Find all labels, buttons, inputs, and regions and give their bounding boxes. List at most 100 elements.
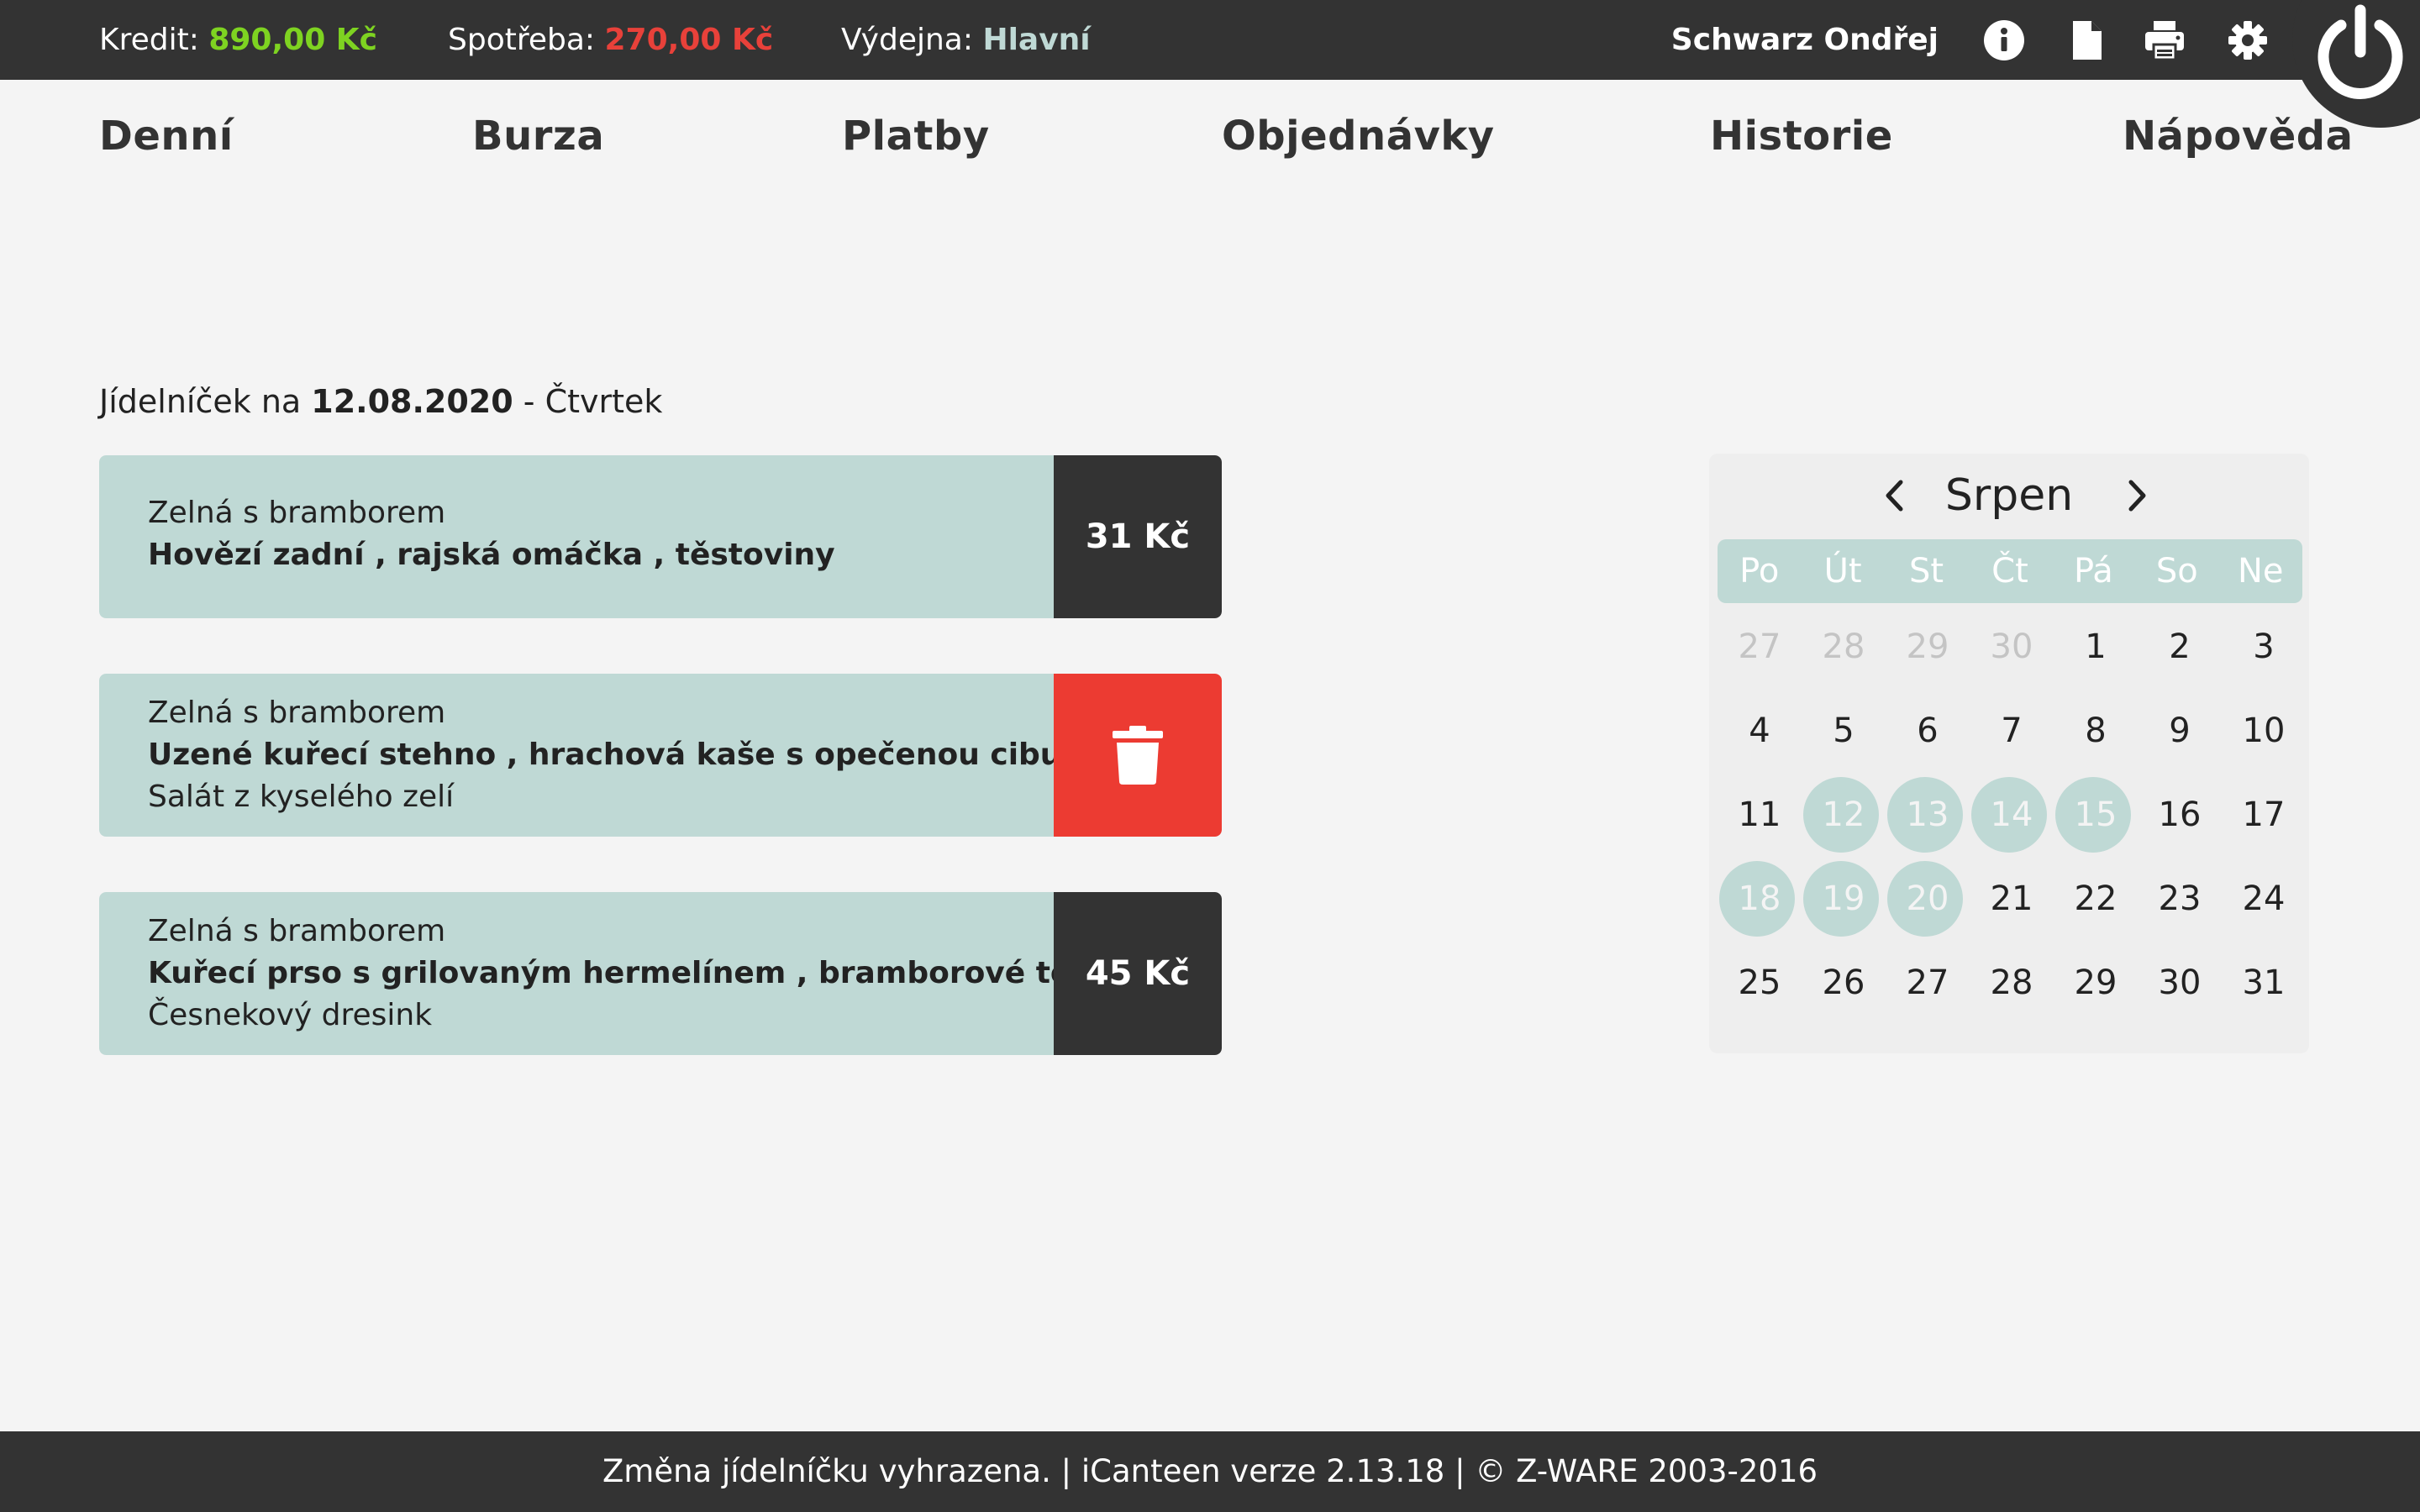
calendar-day[interactable]: 5 — [1802, 689, 1886, 773]
gear-icon[interactable] — [2227, 19, 2269, 61]
meal-side: Česnekový dresink — [148, 998, 433, 1032]
meal-card[interactable]: Zelná s bramborem Hovězí zadní , rajská … — [99, 455, 1222, 618]
logout-button[interactable] — [2292, 0, 2420, 128]
calendar-day-outside[interactable]: 29 — [1886, 605, 1970, 689]
calendar-week-row: 27 28 29 30 1 2 3 — [1718, 605, 2306, 689]
delete-order-button[interactable] — [1054, 674, 1222, 837]
calendar-day-available[interactable]: 13 — [1886, 773, 1970, 857]
nav-item-exchange[interactable]: Burza — [472, 113, 604, 160]
calendar-day[interactable]: 7 — [1970, 689, 2054, 773]
calendar-day[interactable]: 1 — [2054, 605, 2138, 689]
meal-side: Salát z kyselého zelí — [148, 780, 455, 814]
meal-price-button[interactable]: 31 Kč — [1054, 455, 1222, 618]
nav-item-history[interactable]: Historie — [1710, 113, 1893, 160]
calendar-day-number: 5 — [1833, 711, 1854, 750]
weekday-label: Ne — [2237, 552, 2284, 591]
meal-card[interactable]: Zelná s bramborem Uzené kuřecí stehno , … — [99, 674, 1222, 837]
calendar-day[interactable]: 11 — [1718, 773, 1802, 857]
calendar-day-number: 24 — [2242, 879, 2286, 918]
calendar-day-outside[interactable]: 30 — [1970, 605, 2054, 689]
calendar-day[interactable]: 25 — [1718, 941, 1802, 1025]
power-icon — [2317, 4, 2403, 99]
menu-date: 12.08.2020 — [311, 383, 513, 420]
calendar-week-row: 18 19 20 21 22 23 24 — [1718, 857, 2306, 941]
calendar-day-number: 15 — [2074, 795, 2118, 834]
calendar-day-number: 3 — [2253, 627, 2275, 666]
meal-price-button[interactable]: 45 Kč — [1054, 892, 1222, 1055]
calendar-day[interactable]: 6 — [1886, 689, 1970, 773]
meal-main: Kuřecí prso s grilovaným hermelínem , br… — [148, 956, 1157, 990]
calendar-day[interactable]: 29 — [2054, 941, 2138, 1025]
meal-soup: Zelná s bramborem — [148, 696, 446, 730]
calendar-day[interactable]: 2 — [2138, 605, 2222, 689]
calendar-day[interactable]: 31 — [2222, 941, 2306, 1025]
calendar-day[interactable]: 10 — [2222, 689, 2306, 773]
nav-item-orders[interactable]: Objednávky — [1222, 113, 1495, 160]
nav-item-daily[interactable]: Denní — [99, 113, 234, 160]
calendar-day[interactable]: 26 — [1802, 941, 1886, 1025]
meal-card-body[interactable]: Zelná s bramborem Uzené kuřecí stehno , … — [99, 674, 1134, 837]
calendar-day-number: 25 — [1738, 963, 1781, 1002]
meal-card-body[interactable]: Zelná s bramborem Kuřecí prso s grilovan… — [99, 892, 1157, 1055]
calendar-day-available[interactable]: 14 — [1970, 773, 2054, 857]
info-icon[interactable] — [1983, 19, 2025, 61]
meal-card-body[interactable]: Zelná s bramborem Hovězí zadní , rajská … — [99, 455, 1065, 618]
calendar-day[interactable]: 24 — [2222, 857, 2306, 941]
calendar-day-outside[interactable]: 27 — [1718, 605, 1802, 689]
calendar-day[interactable]: 16 — [2138, 773, 2222, 857]
meal-lines: Zelná s bramborem Uzené kuřecí stehno , … — [148, 692, 1134, 818]
calendar-day[interactable]: 30 — [2138, 941, 2222, 1025]
meal-main: Hovězí zadní , rajská omáčka , těstoviny — [148, 538, 835, 572]
calendar-day[interactable]: 28 — [1970, 941, 2054, 1025]
footer: Změna jídelníčku vyhrazena. | iCanteen v… — [0, 1431, 2420, 1512]
weekday-label: So — [2155, 552, 2198, 591]
calendar-day-available[interactable]: 12 — [1802, 773, 1886, 857]
calendar-day-number: 10 — [2242, 711, 2286, 750]
calendar-day-number: 26 — [1822, 963, 1865, 1002]
spend-value: 270,00 Kč — [604, 23, 774, 57]
calendar-grid: 27 28 29 30 1 2 3 4 5 6 7 8 9 10 11 12 13 14 15 16 17 18 19 20 2… — [1718, 605, 2306, 1025]
calendar-day[interactable]: 22 — [2054, 857, 2138, 941]
calendar-day-number: 7 — [2001, 711, 2023, 750]
weekday-label: Po — [1739, 552, 1780, 591]
user-name[interactable]: Schwarz Ondřej — [1671, 0, 1939, 80]
calendar-day[interactable]: 23 — [2138, 857, 2222, 941]
calendar-day[interactable]: 21 — [1970, 857, 2054, 941]
calendar-day-available[interactable]: 15 — [2054, 773, 2138, 857]
calendar-day-available[interactable]: 19 — [1802, 857, 1886, 941]
calendar-day-number: 13 — [1906, 795, 1949, 834]
meal-soup: Zelná s bramborem — [148, 496, 446, 530]
weekday-label: Út — [1823, 552, 1862, 591]
calendar-week-row: 11 12 13 14 15 16 17 — [1718, 773, 2306, 857]
calendar-week-row: 4 5 6 7 8 9 10 — [1718, 689, 2306, 773]
calendar-day-number: 21 — [1990, 879, 2033, 918]
calendar-day-number: 31 — [2242, 963, 2286, 1002]
calendar-day[interactable]: 17 — [2222, 773, 2306, 857]
document-icon[interactable] — [2066, 19, 2108, 61]
calendar: Srpen Po Út St Čt Pá So Ne 27 28 29 30 1 2 3 4 5… — [1709, 454, 2309, 1053]
calendar-day-available[interactable]: 20 — [1886, 857, 1970, 941]
calendar-day[interactable]: 8 — [2054, 689, 2138, 773]
canteen-stat: Výdejna: Hlavní — [841, 0, 1091, 80]
meal-lines: Zelná s bramborem Kuřecí prso s grilovan… — [148, 911, 1157, 1037]
calendar-day[interactable]: 27 — [1886, 941, 1970, 1025]
calendar-day-outside[interactable]: 28 — [1802, 605, 1886, 689]
print-icon[interactable] — [2144, 19, 2186, 61]
nav-item-help[interactable]: Nápověda — [2123, 113, 2354, 160]
nav-item-payments[interactable]: Platby — [842, 113, 990, 160]
meal-soup: Zelná s bramborem — [148, 914, 446, 948]
calendar-day[interactable]: 3 — [2222, 605, 2306, 689]
calendar-day-number: 27 — [1906, 963, 1949, 1002]
calendar-day[interactable]: 4 — [1718, 689, 1802, 773]
meal-lines: Zelná s bramborem Hovězí zadní , rajská … — [148, 492, 1057, 576]
weekday-label: St — [1909, 552, 1944, 591]
calendar-day-number: 8 — [2085, 711, 2107, 750]
calendar-day-number: 11 — [1738, 795, 1781, 834]
main-nav: Denní Burza Platby Objednávky Historie N… — [0, 113, 2420, 171]
calendar-day[interactable]: 9 — [2138, 689, 2222, 773]
trash-icon — [1113, 726, 1163, 785]
calendar-day-available[interactable]: 18 — [1718, 857, 1802, 941]
meal-card[interactable]: Zelná s bramborem Kuřecí prso s grilovan… — [99, 892, 1222, 1055]
chevron-right-icon[interactable] — [2118, 477, 2154, 514]
chevron-left-icon[interactable] — [1877, 477, 1914, 514]
